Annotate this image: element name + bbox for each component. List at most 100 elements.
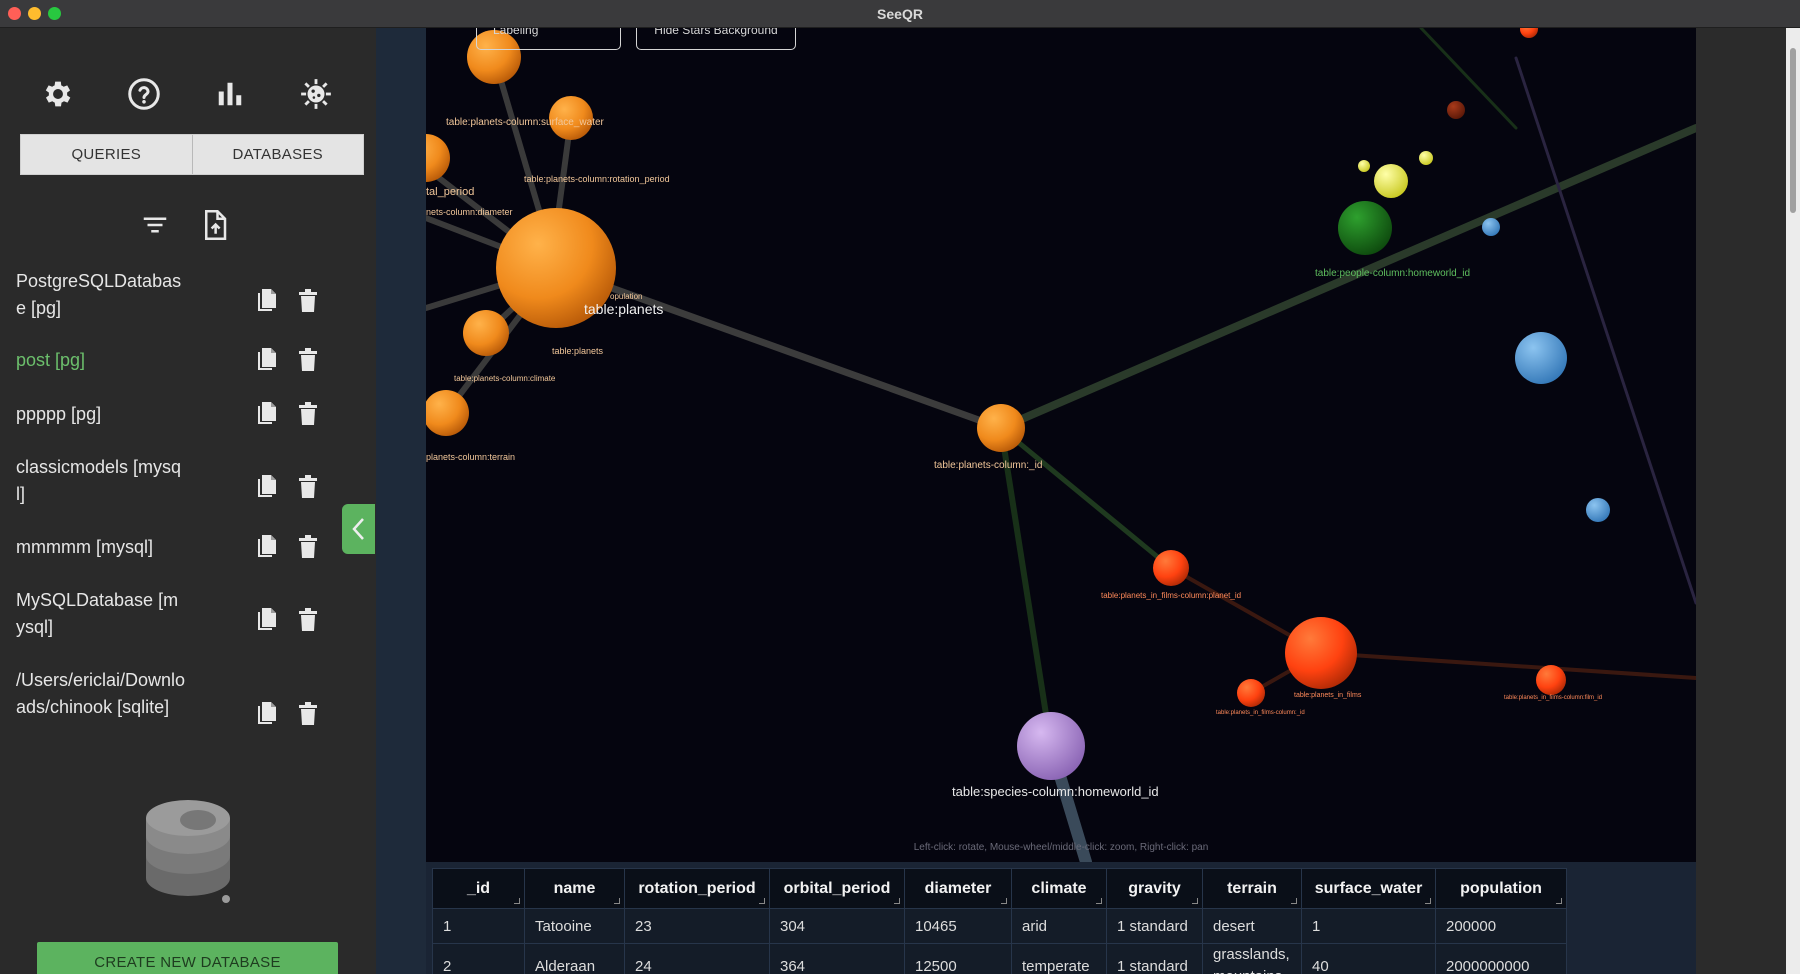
table-row[interactable]: 2 Alderaan 24 364 12500 temperate 1 stan… — [432, 943, 1567, 974]
graph-node-species[interactable] — [1017, 712, 1085, 780]
stats-button[interactable] — [210, 74, 250, 114]
tab-databases[interactable]: DATABASES — [191, 135, 363, 174]
toggle-labels-button[interactable]: Hide Nodes' Labeling — [476, 28, 621, 50]
table-cell[interactable]: 1 — [1301, 908, 1436, 944]
close-window-button[interactable] — [8, 7, 21, 20]
help-button[interactable] — [124, 74, 164, 114]
resize-handle[interactable] — [1096, 898, 1102, 904]
graph-node[interactable] — [1358, 160, 1370, 172]
create-database-button[interactable]: CREATE NEW DATABASE — [37, 942, 338, 974]
table-cell[interactable]: 2000000000 — [1435, 943, 1567, 974]
graph-node[interactable] — [1153, 550, 1189, 586]
column-header[interactable]: surface_water — [1301, 868, 1436, 909]
duplicate-database-button[interactable] — [254, 701, 280, 727]
tab-queries[interactable]: QUERIES — [21, 135, 192, 174]
column-header[interactable]: _id — [432, 868, 525, 909]
database-name[interactable]: /Users/ericlai/Downloads/chinook [sqlite… — [16, 667, 186, 721]
duplicate-database-button[interactable] — [254, 288, 280, 314]
table-cell[interactable]: 364 — [769, 943, 905, 974]
table-cell[interactable]: Alderaan — [524, 943, 625, 974]
delete-database-button[interactable] — [295, 534, 321, 560]
resize-handle[interactable] — [894, 898, 900, 904]
graph-node[interactable] — [1536, 665, 1566, 695]
table-cell[interactable]: desert — [1202, 908, 1302, 944]
column-header[interactable]: gravity — [1106, 868, 1203, 909]
duplicate-database-button[interactable] — [254, 534, 280, 560]
maximize-window-button[interactable] — [48, 7, 61, 20]
schema-graph-canvas[interactable]: table:planets-column:surface_water table… — [426, 28, 1696, 862]
delete-database-button[interactable] — [295, 401, 321, 427]
minimize-window-button[interactable] — [28, 7, 41, 20]
table-cell[interactable]: arid — [1011, 908, 1107, 944]
table-cell[interactable]: 1 — [432, 908, 525, 944]
resize-handle[interactable] — [1001, 898, 1007, 904]
resize-handle[interactable] — [1192, 898, 1198, 904]
table-cell[interactable]: 200000 — [1435, 908, 1567, 944]
page-scrollbar[interactable] — [1786, 28, 1800, 974]
table-cell[interactable]: 1 standard — [1106, 943, 1203, 974]
column-header[interactable]: climate — [1011, 868, 1107, 909]
graph-node[interactable] — [1447, 101, 1465, 119]
table-row[interactable]: 1 Tatooine 23 304 10465 arid 1 standard … — [432, 908, 1567, 944]
delete-database-button[interactable] — [295, 347, 321, 373]
database-name[interactable]: post [pg] — [16, 347, 186, 374]
scrollbar-thumb[interactable] — [1790, 48, 1796, 213]
column-header[interactable]: rotation_period — [624, 868, 770, 909]
resize-handle[interactable] — [514, 898, 520, 904]
table-cell[interactable]: Tatooine — [524, 908, 625, 944]
table-cell[interactable]: 10465 — [904, 908, 1012, 944]
column-header[interactable]: terrain — [1202, 868, 1302, 909]
duplicate-database-button[interactable] — [254, 347, 280, 373]
column-header[interactable]: orbital_period — [769, 868, 905, 909]
graph-node-id[interactable] — [977, 404, 1025, 452]
table-cell[interactable]: 23 — [624, 908, 770, 944]
table-cell[interactable]: 40 — [1301, 943, 1436, 974]
table-cell[interactable]: grasslands, mountains — [1202, 943, 1302, 974]
graph-node-planets-in-films[interactable] — [1285, 617, 1357, 689]
delete-database-button[interactable] — [295, 288, 321, 314]
graph-node-people[interactable] — [1338, 201, 1392, 255]
graph-node[interactable] — [1374, 164, 1408, 198]
resize-handle[interactable] — [1425, 898, 1431, 904]
trash-icon — [299, 608, 317, 631]
table-cell[interactable]: 2 — [432, 943, 525, 974]
delete-database-button[interactable] — [295, 701, 321, 727]
graph-node[interactable] — [1515, 332, 1567, 384]
graph-node[interactable] — [426, 134, 450, 182]
column-header[interactable]: diameter — [904, 868, 1012, 909]
table-cell[interactable]: temperate — [1011, 943, 1107, 974]
debug-button[interactable] — [296, 74, 336, 114]
graph-node[interactable] — [1482, 218, 1500, 236]
delete-database-button[interactable] — [295, 474, 321, 500]
resize-handle[interactable] — [759, 898, 765, 904]
database-name[interactable]: classicmodels [mysql] — [16, 454, 186, 508]
database-name[interactable]: PostgreSQLDatabase [pg] — [16, 268, 186, 322]
resize-handle[interactable] — [614, 898, 620, 904]
table-cell[interactable]: 12500 — [904, 943, 1012, 974]
graph-node[interactable] — [426, 390, 469, 436]
duplicate-database-button[interactable] — [254, 607, 280, 633]
duplicate-database-button[interactable] — [254, 474, 280, 500]
toggle-stars-button[interactable]: Hide Stars Background — [636, 28, 796, 50]
graph-node[interactable] — [1520, 28, 1538, 38]
graph-node[interactable] — [1419, 151, 1433, 165]
duplicate-database-button[interactable] — [254, 401, 280, 427]
settings-button[interactable] — [38, 74, 78, 114]
delete-database-button[interactable] — [295, 607, 321, 633]
filter-button[interactable] — [135, 205, 175, 245]
graph-node[interactable] — [463, 310, 509, 356]
database-name[interactable]: ppppp [pg] — [16, 401, 186, 428]
collapse-sidebar-button[interactable] — [342, 504, 375, 554]
table-cell[interactable]: 1 standard — [1106, 908, 1203, 944]
resize-handle[interactable] — [1556, 898, 1562, 904]
table-cell[interactable]: 304 — [769, 908, 905, 944]
resize-handle[interactable] — [1291, 898, 1297, 904]
column-header[interactable]: population — [1435, 868, 1567, 909]
database-name[interactable]: MySQLDatabase [mysql] — [16, 587, 186, 641]
import-database-button[interactable] — [195, 205, 235, 245]
table-cell[interactable]: 24 — [624, 943, 770, 974]
graph-node[interactable] — [1237, 679, 1265, 707]
graph-node[interactable] — [1586, 498, 1610, 522]
database-name[interactable]: mmmmm [mysql] — [16, 534, 216, 561]
column-header[interactable]: name — [524, 868, 625, 909]
